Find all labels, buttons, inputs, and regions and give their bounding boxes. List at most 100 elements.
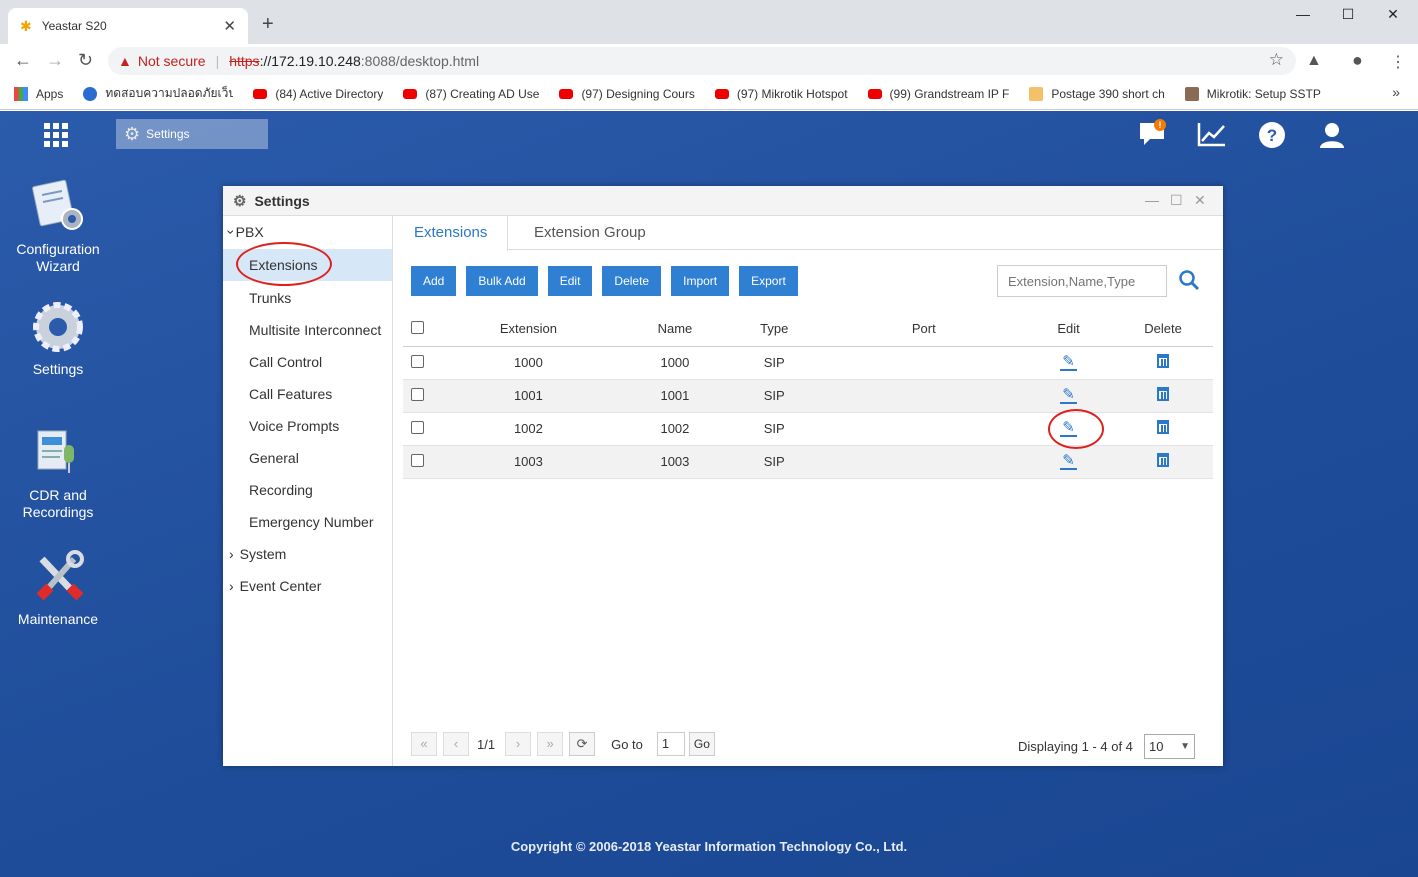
bookmark-item[interactable]: (99) Grandstream IP F: [867, 87, 1009, 101]
trash-icon[interactable]: [1157, 420, 1170, 434]
edit-pencil-icon[interactable]: ✎: [1060, 354, 1077, 371]
close-window-icon[interactable]: ✕: [1370, 6, 1416, 23]
delete-button[interactable]: Delete: [602, 266, 662, 296]
display-count: Displaying 1 - 4 of 4: [1018, 739, 1133, 754]
bookmark-item[interactable]: Mikrotik: Setup SSTP: [1184, 86, 1321, 101]
edit-pencil-icon[interactable]: ✎: [1060, 387, 1077, 404]
cell-extension: 1003: [431, 445, 626, 479]
warning-icon: ▲: [118, 53, 132, 69]
next-page-icon[interactable]: ›: [505, 732, 532, 756]
first-page-icon[interactable]: «: [411, 732, 437, 756]
sidebar-item-recording[interactable]: Recording: [223, 474, 392, 506]
row-checkbox[interactable]: [410, 453, 424, 467]
column-header-extension[interactable]: Extension: [431, 312, 626, 347]
configuration-wizard-shortcut[interactable]: Configuration Wizard: [8, 179, 108, 275]
user-icon: [83, 86, 98, 101]
bookmark-item[interactable]: (87) Creating AD Use: [403, 87, 539, 101]
sidebar-group-event-center[interactable]: › Event Center: [229, 578, 321, 594]
export-button[interactable]: Export: [739, 266, 798, 296]
add-button[interactable]: Add: [411, 266, 457, 296]
bookmark-item[interactable]: Postage 390 short ch: [1029, 86, 1165, 101]
maximize-icon[interactable]: ☐: [1325, 6, 1371, 23]
user-account-icon[interactable]: [1316, 121, 1348, 156]
bookmark-apps[interactable]: Apps: [14, 86, 64, 101]
statistics-chart-icon[interactable]: [1196, 121, 1228, 154]
search-input[interactable]: [997, 265, 1167, 297]
copyright-text: Copyright © 2006-2018 Yeastar Informatio…: [510, 839, 908, 854]
bookmark-item[interactable]: (97) Designing Cours: [559, 87, 695, 101]
menu-icon[interactable]: ⋮: [1390, 52, 1406, 72]
profile-icon[interactable]: ●: [1352, 50, 1363, 71]
bookmark-label: Apps: [36, 86, 64, 101]
bookmark-item[interactable]: (97) Mikrotik Hotspot: [714, 87, 848, 101]
drive-extension-icon[interactable]: ▲: [1306, 52, 1322, 70]
taskbar-settings-button[interactable]: ⚙ Settings: [116, 119, 268, 149]
sidebar-item-general[interactable]: General: [223, 442, 392, 474]
row-checkbox-cell: [403, 445, 432, 479]
sidebar-group-label: PBX: [235, 224, 264, 240]
trash-icon[interactable]: [1157, 453, 1170, 467]
sidebar-item-multisite-interconnect[interactable]: Multisite Interconnect: [223, 314, 392, 346]
tab-extension-group[interactable]: Extension Group: [514, 216, 666, 250]
window-maximize-icon[interactable]: ☐: [1170, 192, 1183, 209]
back-icon[interactable]: ←: [14, 50, 32, 71]
row-checkbox[interactable]: [410, 387, 424, 401]
close-tab-icon[interactable]: ✕: [223, 17, 236, 35]
go-button[interactable]: Go: [688, 732, 715, 756]
row-checkbox[interactable]: [410, 420, 424, 434]
last-page-icon[interactable]: »: [537, 732, 564, 756]
sidebar-group-pbx[interactable]: ›PBX: [223, 224, 264, 240]
column-header-port[interactable]: Port: [823, 312, 1024, 347]
previous-page-icon[interactable]: ‹: [443, 732, 469, 756]
page-indicator: 1/1: [477, 736, 496, 752]
column-header-type[interactable]: Type: [724, 312, 824, 347]
goto-page-input[interactable]: 1: [656, 732, 685, 756]
app-grid-icon[interactable]: [44, 123, 68, 147]
desktop-icon-label: Settings: [32, 361, 84, 377]
bookmark-item[interactable]: ทดสอบความปลอดภัยเว็บ: [83, 84, 233, 103]
edit-pencil-icon[interactable]: ✎: [1060, 453, 1077, 470]
url-scheme: https: [229, 53, 260, 69]
import-button[interactable]: Import: [671, 266, 730, 296]
minimize-icon[interactable]: —: [1280, 6, 1326, 22]
red-annotation-circle: [236, 242, 332, 286]
cell-name: 1003: [625, 445, 725, 479]
forward-icon[interactable]: →: [46, 50, 64, 71]
window-minimize-icon[interactable]: —: [1145, 192, 1159, 208]
select-all-checkbox[interactable]: [410, 320, 424, 334]
pbx-desktop: ⚙ Settings ! ? Configuration Wizard Sett…: [0, 111, 1418, 877]
sidebar-item-emergency-number[interactable]: Emergency Number: [223, 506, 392, 538]
cell-port: [823, 445, 1024, 479]
reload-icon[interactable]: ↻: [78, 50, 93, 71]
row-checkbox[interactable]: [410, 354, 424, 368]
window-close-icon[interactable]: ✕: [1194, 192, 1206, 209]
address-bar[interactable]: ▲ Not secure | https://172.19.10.248:808…: [108, 47, 1296, 75]
trash-icon[interactable]: [1157, 387, 1170, 401]
search-icon[interactable]: [1178, 269, 1200, 291]
edit-button[interactable]: Edit: [547, 266, 593, 296]
sidebar-group-system[interactable]: › System: [229, 546, 286, 562]
bookmark-label: Mikrotik: Setup SSTP: [1206, 86, 1321, 101]
page-size-select[interactable]: 10 ▼: [1144, 734, 1195, 759]
column-header-name[interactable]: Name: [625, 312, 725, 347]
tab-extensions[interactable]: Extensions: [394, 216, 509, 251]
bulk-add-button[interactable]: Bulk Add: [466, 266, 538, 296]
maintenance-shortcut[interactable]: Maintenance: [8, 549, 108, 628]
help-icon[interactable]: ?: [1256, 121, 1288, 156]
sidebar-item-call-control[interactable]: Call Control: [223, 346, 392, 378]
bookmark-item[interactable]: (84) Active Directory: [253, 87, 383, 101]
sidebar-item-voice-prompts[interactable]: Voice Prompts: [223, 410, 392, 442]
new-tab-icon[interactable]: +: [262, 13, 274, 36]
browser-tab[interactable]: ✱ Yeastar S20 ✕: [8, 8, 248, 44]
sidebar-item-call-features[interactable]: Call Features: [223, 378, 392, 410]
trash-icon[interactable]: [1157, 354, 1170, 368]
sidebar-group-label: Event Center: [239, 578, 322, 594]
svg-text:?: ?: [1267, 126, 1277, 145]
window-titlebar[interactable]: ⚙ Settings: [223, 186, 1223, 216]
bookmark-star-icon[interactable]: ☆: [1269, 50, 1284, 70]
cdr-recordings-shortcut[interactable]: CDR and Recordings: [8, 425, 108, 521]
sidebar-item-trunks[interactable]: Trunks: [223, 282, 392, 314]
settings-shortcut[interactable]: Settings: [8, 299, 108, 378]
bookmarks-overflow-icon[interactable]: »: [1392, 84, 1400, 100]
refresh-icon[interactable]: ⟳: [569, 732, 596, 756]
